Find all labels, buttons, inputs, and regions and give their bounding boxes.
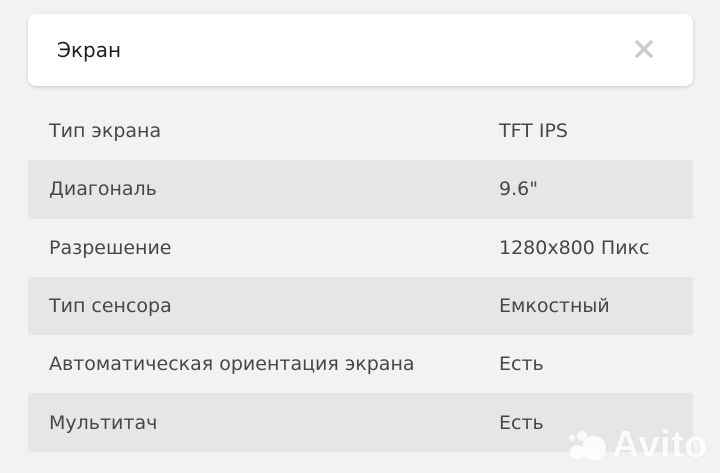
spec-value: 9.6" — [499, 178, 538, 201]
watermark-text: Avito — [611, 424, 708, 466]
spec-row: Тип сенсора Емкостный — [28, 276, 693, 336]
spec-row: Автоматическая ориентация экрана Есть — [28, 335, 693, 393]
spec-name: Диагональ — [49, 178, 157, 201]
avito-watermark: Avito — [568, 424, 708, 467]
close-button[interactable] — [633, 38, 655, 60]
spec-name: Автоматическая ориентация экрана — [49, 353, 415, 376]
spec-value: Есть — [499, 411, 544, 434]
spec-value: TFT IPS — [499, 120, 568, 143]
spec-value: Емкостный — [499, 295, 610, 318]
avito-logo-icon — [568, 430, 606, 460]
spec-name: Мультитач — [49, 411, 158, 434]
section-header[interactable]: Экран — [28, 14, 693, 86]
specs-table: Тип экрана TFT IPS Диагональ 9.6" Разреш… — [28, 102, 693, 452]
close-icon — [635, 40, 653, 58]
spec-name: Тип сенсора — [49, 295, 172, 318]
spec-row: Разрешение 1280x800 Пикс — [28, 219, 693, 277]
spec-row: Диагональ 9.6" — [28, 160, 693, 219]
spec-value: 1280x800 Пикс — [499, 236, 650, 259]
spec-row: Тип экрана TFT IPS — [28, 102, 693, 160]
spec-name: Разрешение — [49, 236, 172, 259]
spec-name: Тип экрана — [49, 120, 162, 143]
spec-value: Есть — [499, 353, 544, 376]
section-title: Экран — [57, 38, 122, 62]
